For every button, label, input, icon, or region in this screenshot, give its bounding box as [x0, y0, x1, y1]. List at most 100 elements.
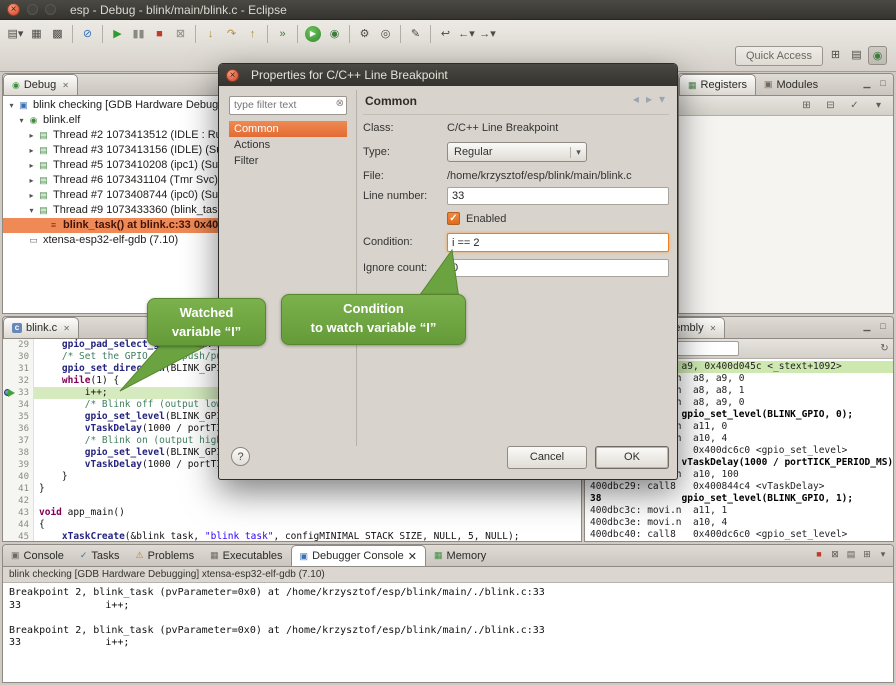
remove-console-icon[interactable]: ⊠ — [829, 549, 841, 560]
tab-tasks[interactable]: ✓Tasks — [72, 545, 128, 566]
type-dropdown[interactable]: Regular ▾ — [447, 142, 587, 162]
breakpoint-properties-dialog: × Properties for C/C++ Line Breakpoint ⊗… — [218, 63, 678, 480]
maximize-icon[interactable]: □ — [877, 78, 889, 89]
tab-memory[interactable]: ▦Memory — [426, 545, 494, 566]
terminate-icon[interactable]: ■ — [813, 549, 825, 560]
skip-all-breakpoints-icon[interactable]: ⊘ — [78, 25, 97, 44]
window-minimize-button[interactable] — [27, 4, 38, 15]
expander-icon[interactable]: ▸ — [26, 188, 37, 203]
external-tools-icon[interactable]: ⚙ — [355, 25, 374, 44]
view-menu-icon[interactable]: ▾ — [869, 96, 888, 115]
dialog-nav-actions[interactable]: Actions — [229, 137, 347, 153]
window-close-button[interactable]: × — [7, 3, 20, 16]
enabled-checkbox[interactable]: ✓ — [447, 212, 460, 225]
ignore-count-input[interactable] — [447, 259, 669, 277]
dialog-nav-common[interactable]: Common — [229, 121, 347, 137]
resume-icon[interactable]: ▶ — [108, 25, 127, 44]
code-line[interactable]: 44{ — [3, 519, 581, 531]
code-line[interactable]: 45 xTaskCreate(&blink_task, "blink_task"… — [3, 531, 581, 542]
terminate-icon[interactable]: ■ — [150, 25, 169, 44]
line-marker-gutter — [3, 363, 15, 375]
step-return-icon[interactable]: ↑ — [243, 25, 262, 44]
tab-modules[interactable]: ▣ Modules — [756, 74, 826, 95]
type-label: Type: — [363, 146, 390, 158]
disassembly-row[interactable]: 400dbc3c: movi.n a11, 1 — [585, 505, 893, 517]
line-number: 45 — [15, 531, 34, 542]
clear-filter-icon[interactable]: ⊗ — [336, 98, 344, 109]
forward-icon[interactable]: ▸ — [646, 92, 652, 106]
dialog-nav-filter[interactable]: Filter — [229, 153, 347, 169]
tab-debug[interactable]: ◉ Debug ✕ — [3, 74, 78, 95]
new-wizard-icon[interactable]: ▤▾ — [6, 25, 25, 44]
console-output[interactable]: Breakpoint 2, blink_task (pvParameter=0x… — [3, 583, 893, 682]
tab-blink-c[interactable]: c blink.c ✕ — [3, 317, 79, 338]
disconnect-icon[interactable]: ⊠ — [171, 25, 190, 44]
pin-console-icon[interactable]: ⊞ — [861, 549, 873, 560]
app-icon: ▣ — [17, 98, 30, 113]
code-line[interactable]: 41} — [3, 483, 581, 495]
expander-icon[interactable]: ▸ — [26, 173, 37, 188]
dialog-close-button[interactable]: × — [226, 69, 239, 82]
disassembly-row[interactable]: 39 vTaskDelay(1000 / portTICK_PERIOD_MS)… — [585, 541, 893, 542]
ok-button[interactable]: OK — [595, 446, 669, 469]
debug-perspective-icon[interactable]: ◉ — [868, 46, 887, 65]
expander-icon[interactable]: ▾ — [26, 203, 37, 218]
layout-icon[interactable]: ✓ — [845, 96, 864, 115]
disassembly-row[interactable]: 38 gpio_set_level(BLINK_GPIO, 1); — [585, 493, 893, 505]
quick-access-button[interactable]: Quick Access — [735, 46, 823, 66]
expander-icon[interactable]: ▾ — [16, 113, 27, 128]
suspend-icon[interactable]: ▮▮ — [129, 25, 148, 44]
filter-input[interactable] — [229, 96, 347, 115]
code-line[interactable]: 43void app_main() — [3, 507, 581, 519]
condition-input[interactable] — [447, 233, 669, 252]
save-all-icon[interactable]: ▩ — [48, 25, 67, 44]
view-menu-icon[interactable]: ▾ — [877, 549, 889, 560]
cpp-perspective-icon[interactable]: ▤ — [847, 46, 866, 65]
search-icon[interactable]: ◎ — [376, 25, 395, 44]
tab-registers[interactable]: ▦ Registers — [679, 74, 756, 95]
back-icon[interactable]: ←▾ — [457, 25, 476, 44]
maximize-icon[interactable]: □ — [877, 321, 889, 332]
disassembly-row[interactable]: 400dbc40: call8 0x400dc6c0 <gpio_set_lev… — [585, 529, 893, 541]
close-tab-icon[interactable]: ✕ — [408, 550, 417, 563]
run-icon[interactable]: ▶ — [305, 26, 321, 42]
debug-icon[interactable]: ◉ — [325, 25, 344, 44]
expander-icon[interactable]: ▾ — [6, 98, 17, 113]
save-icon[interactable]: ▦ — [27, 25, 46, 44]
code-line[interactable]: 42 — [3, 495, 581, 507]
close-tab-icon[interactable]: ✕ — [63, 324, 70, 333]
disassembly-row[interactable]: 400dbc3e: movi.n a10, 4 — [585, 517, 893, 529]
tab-problems[interactable]: ⚠Problems — [128, 545, 203, 566]
clear-console-icon[interactable]: ▤ — [845, 549, 857, 560]
minimize-icon[interactable]: ▁ — [861, 321, 873, 332]
forward-icon[interactable]: →▾ — [478, 25, 497, 44]
views-menu-icon[interactable]: ▾ — [659, 92, 665, 106]
cancel-button[interactable]: Cancel — [507, 446, 587, 469]
expander-icon[interactable]: ▸ — [26, 158, 37, 173]
show-type-names-icon[interactable]: ⊞ — [797, 96, 816, 115]
window-maximize-button[interactable] — [45, 4, 56, 15]
close-tab-icon[interactable]: ✕ — [62, 81, 69, 90]
expander-icon[interactable]: ▸ — [26, 143, 37, 158]
tab-debugger-console[interactable]: ▣Debugger Console✕ — [291, 545, 426, 566]
registers-content[interactable] — [679, 116, 893, 314]
expander-icon[interactable]: ▸ — [26, 128, 37, 143]
line-marker-gutter — [3, 411, 15, 423]
line-marker-gutter — [3, 495, 15, 507]
refresh-icon[interactable]: ↻ — [875, 339, 894, 358]
mark-occurrences-icon[interactable]: ✎ — [406, 25, 425, 44]
tab-console[interactable]: ▣Console — [3, 545, 72, 566]
step-into-icon[interactable]: ↓ — [201, 25, 220, 44]
disassembly-row[interactable]: 400dbc29: call8 0x400844c4 <vTaskDelay> — [585, 481, 893, 493]
tab-executables[interactable]: ▦Executables — [202, 545, 290, 566]
line-number-input[interactable] — [447, 187, 669, 205]
instruction-stepping-icon[interactable]: » — [273, 25, 292, 44]
step-over-icon[interactable]: ↷ — [222, 25, 241, 44]
help-button[interactable]: ? — [231, 447, 250, 466]
last-edit-location-icon[interactable]: ↩ — [436, 25, 455, 44]
back-icon[interactable]: ◂ — [633, 92, 639, 106]
collapse-all-icon[interactable]: ⊟ — [821, 96, 840, 115]
minimize-icon[interactable]: ▁ — [861, 78, 873, 89]
close-tab-icon[interactable]: ✕ — [710, 324, 717, 333]
open-perspective-icon[interactable]: ⊞ — [826, 46, 845, 65]
